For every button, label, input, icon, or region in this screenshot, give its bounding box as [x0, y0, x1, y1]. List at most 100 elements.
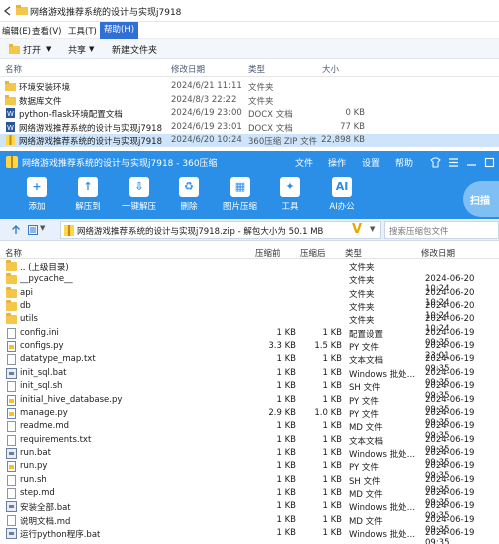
column-date[interactable]: 修改日期 — [171, 63, 205, 75]
menu-tools[interactable]: 工具(T) — [66, 25, 99, 37]
file-size: 22,898 KB — [321, 135, 365, 145]
chevron-down-icon[interactable]: ▼ — [46, 45, 51, 53]
file-icon — [7, 434, 16, 446]
menu-settings[interactable]: 设置 — [362, 156, 380, 169]
docx-icon: W — [6, 108, 15, 118]
list-item[interactable]: run.sh 1 KB 1 KB SH 文件 2024-06-19 09:35 — [0, 474, 499, 495]
column-name[interactable]: 名称 — [5, 63, 22, 75]
file-date: 2024/8/3 22:22 — [171, 94, 237, 105]
zip-column-headers: 名称 压缩前 压缩后 类型 修改日期 — [0, 245, 499, 259]
size-before: 1 KB — [276, 487, 296, 498]
skin-icon[interactable] — [430, 157, 441, 168]
list-item[interactable]: .. (上级目录) 文件夹 — [0, 260, 499, 273]
folder-icon — [6, 286, 17, 298]
file-type: PY 文件 — [349, 409, 379, 420]
list-item[interactable]: run.py 1 KB 1 KB PY 文件 2024-06-19 09:35 — [0, 460, 499, 481]
list-item[interactable]: init_sql.bat 1 KB 1 KB Windows 批处理... 2024-0… — [0, 367, 499, 388]
batch-file-icon — [6, 501, 17, 513]
v-expand-icon[interactable]: V — [352, 222, 362, 237]
size-after: 1 KB — [322, 394, 342, 405]
list-item[interactable]: datatype_map.txt 1 KB 1 KB 文本文档 2024-06-19 0… — [0, 353, 499, 374]
size-after: 1 KB — [322, 381, 342, 392]
up-arrow-icon[interactable] — [11, 225, 21, 235]
menu-view[interactable]: 查看(V) — [30, 25, 63, 37]
list-item[interactable]: utils 文件夹 2024-06-20 10:24 — [0, 313, 499, 334]
file-type: DOCX 文档 — [248, 110, 293, 120]
batch-file-icon — [6, 528, 17, 539]
list-item[interactable]: requirements.txt 1 KB 1 KB 文本文档 2024-06-19 0… — [0, 434, 499, 455]
file-type: Windows 批处理... — [349, 503, 419, 514]
image-compress-button[interactable]: ▦ 图片压缩 — [218, 175, 262, 217]
column-size[interactable]: 大小 — [322, 63, 339, 75]
search-placeholder: 搜索压缩包文件 — [389, 227, 449, 237]
table-row[interactable]: 数据库文件 2024/8/3 22:22 文件夹 — [0, 94, 499, 107]
column-after[interactable]: 压缩后 — [300, 247, 326, 259]
list-item[interactable]: init_sql.sh 1 KB 1 KB SH 文件 2024-06-19 09:35 — [0, 380, 499, 401]
table-row[interactable]: 网络游戏推荐系统的设计与实现j7918 2024/6/20 10:24 360压缩 … — [0, 134, 499, 147]
list-item[interactable]: initial_hive_database.py 1 KB 1 KB PY 文件 202… — [0, 394, 499, 415]
add-button[interactable]: + 添加 — [15, 175, 59, 217]
view-mode-icon[interactable] — [28, 225, 38, 235]
window-title: 网络游戏推荐系统的设计与实现j7918 — [30, 8, 182, 18]
menu-operate[interactable]: 操作 — [328, 156, 346, 169]
menu-icon[interactable] — [448, 157, 459, 168]
file-size: 0 KB — [345, 108, 365, 118]
column-name[interactable]: 名称 — [5, 247, 22, 259]
new-folder-button[interactable]: 新建文件夹 — [112, 43, 157, 56]
archive-path: 网络游戏推荐系统的设计与实现j7918.zip - 解包大小为 50.1 MB — [77, 227, 324, 237]
list-item[interactable]: manage.py 2.9 KB 1.0 KB PY 文件 2024-06-19 09:… — [0, 407, 499, 428]
share-button[interactable]: 共享 — [68, 43, 86, 56]
list-item[interactable]: db 文件夹 2024-06-20 10:24 — [0, 300, 499, 321]
tool-label: AI办公 — [329, 202, 355, 212]
chevron-down-icon[interactable]: ▼ — [89, 45, 94, 53]
size-after: 1 KB — [322, 434, 342, 445]
list-item[interactable]: __pycache__ 文件夹 2024-06-20 10:24 — [0, 273, 499, 294]
list-item[interactable]: api 文件夹 2024-06-20 10:24 — [0, 286, 499, 308]
list-item[interactable]: config.ini 1 KB 1 KB 配置设置 2024-06-19 09:35 — [0, 327, 499, 348]
list-item[interactable]: run.bat 1 KB 1 KB Windows 批处理... 2024-06-19 … — [0, 447, 499, 468]
file-name: 网络游戏推荐系统的设计与实现j7918 — [19, 123, 162, 134]
size-after: 1.0 KB — [314, 407, 342, 418]
extract-to-button[interactable]: ↑ 解压到 — [66, 175, 110, 217]
size-before: 1 KB — [276, 421, 296, 432]
chevron-down-icon[interactable]: ▼ — [40, 224, 45, 232]
menu-help[interactable]: 帮助 — [395, 156, 413, 169]
file-name: init_sql.sh — [20, 381, 63, 392]
path-box[interactable]: 网络游戏推荐系统的设计与实现j7918.zip - 解包大小为 50.1 MB … — [60, 221, 381, 239]
file-type: 文本文档 — [349, 436, 384, 447]
file-type: 文件夹 — [349, 303, 375, 314]
table-row[interactable]: W 网络游戏推荐系统的设计与实现j7918 2024/6/19 23:01 DOCX … — [0, 121, 499, 134]
list-item[interactable]: 运行python程序.bat 1 KB 1 KB Windows 批处理... 2024… — [0, 527, 499, 544]
list-item[interactable]: 安装全部.bat 1 KB 1 KB Windows 批处理... 2024-06-19… — [0, 500, 499, 521]
column-compressed[interactable]: 压缩前 — [255, 247, 281, 259]
explorer-toolbar: 打开 ▼ 共享 ▼ 新建文件夹 — [0, 39, 499, 59]
file-type: PY 文件 — [349, 396, 379, 407]
minimize-icon[interactable] — [466, 157, 477, 168]
column-type[interactable]: 类型 — [345, 247, 362, 259]
menu-file[interactable]: 文件 — [295, 156, 313, 169]
chevron-down-icon[interactable]: ▼ — [370, 225, 375, 233]
list-item[interactable]: configs.py 3.3 KB 1.5 KB PY 文件 2024-06-19 23… — [0, 340, 499, 361]
back-arrow-icon[interactable] — [2, 5, 14, 17]
list-item[interactable]: readme.md 1 KB 1 KB MD 文件 2024-06-19 09:35 — [0, 420, 499, 441]
maximize-icon[interactable] — [484, 157, 495, 168]
open-button[interactable]: 打开 — [23, 43, 41, 56]
ai-office-button[interactable]: AI AI办公 — [320, 175, 364, 217]
folder-icon — [5, 81, 16, 91]
one-click-extract-button[interactable]: ⇩ 一键解压 — [117, 175, 161, 217]
table-row[interactable]: 环境安装环境 2024/6/21 11:11 文件夹 — [0, 80, 499, 93]
table-row[interactable]: Wpython-flask环境配置文档 2024/6/19 23:00 DOCX 文… — [0, 107, 499, 120]
size-after: 1 KB — [322, 501, 342, 512]
scan-button[interactable]: 扫描 — [463, 181, 499, 217]
python-file-icon — [7, 341, 16, 353]
column-type[interactable]: 类型 — [248, 63, 265, 75]
column-date[interactable]: 修改日期 — [421, 247, 455, 259]
size-before: 1 KB — [276, 474, 296, 485]
tools-button[interactable]: ✦ 工具 — [268, 175, 312, 217]
menu-help[interactable]: 帮助(H) — [100, 22, 139, 39]
menu-edit[interactable]: 编辑(E) — [0, 25, 33, 37]
search-input[interactable]: 搜索压缩包文件 — [384, 221, 499, 239]
list-item[interactable]: 说明文档.md 1 KB 1 KB MD 文件 2024-06-19 09:35 — [0, 514, 499, 535]
delete-button[interactable]: ♻ 删除 — [167, 175, 211, 217]
list-item[interactable]: step.md 1 KB 1 KB MD 文件 2024-06-19 09:35 — [0, 487, 499, 508]
